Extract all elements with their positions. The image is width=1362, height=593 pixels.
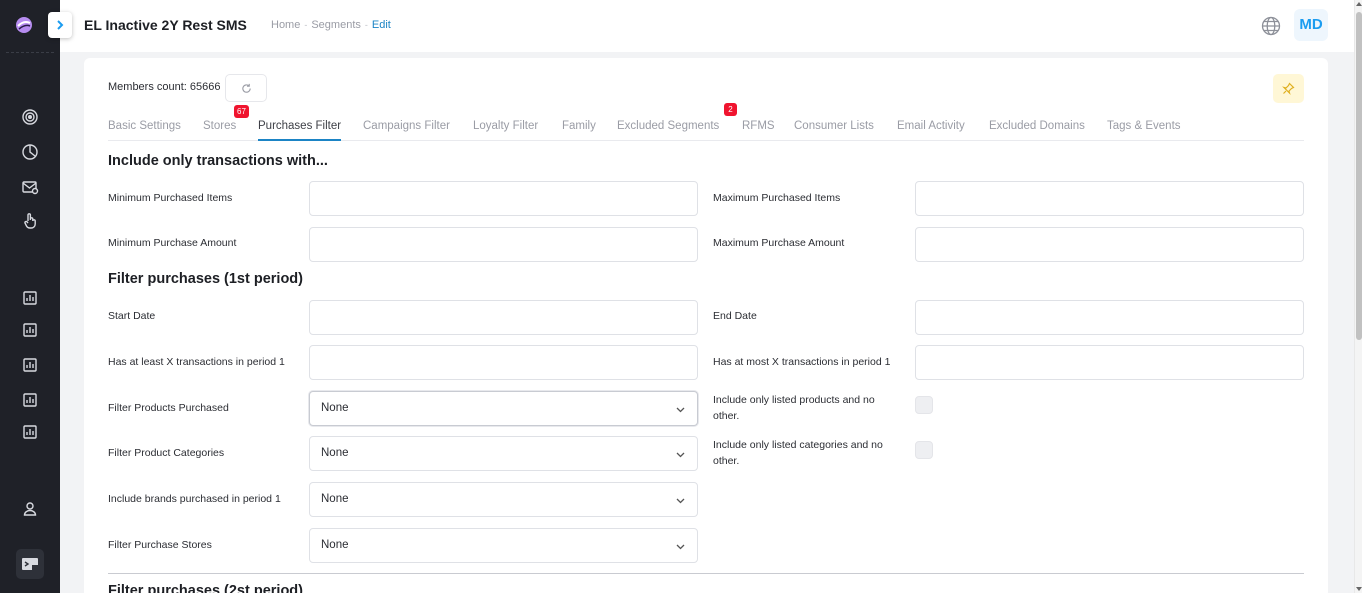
pin-icon [1282,82,1295,95]
globe-icon[interactable] [1261,16,1281,36]
scroll-up-arrow-icon[interactable] [1356,2,1362,6]
tab-campaigns-filter[interactable]: Campaigns Filter [363,120,450,141]
breadcrumb-home[interactable]: Home [271,19,300,31]
products-filter-label: Filter Products Purchased [108,402,229,414]
min-items-input[interactable] [309,181,698,216]
only-categories-label: Include only listed categories and no ot… [713,439,883,467]
sidebar-divider [6,52,54,53]
target-icon[interactable] [21,108,39,126]
min-items-label: Minimum Purchased Items [108,192,233,204]
stores-count-badge: 67 [234,105,249,118]
tab-family[interactable]: Family [562,120,596,141]
members-count: Members count: 65666 [108,81,221,93]
breadcrumb: Home - Segments - Edit [271,19,391,31]
chevron-down-icon [676,452,685,458]
max-amount-label: Maximum Purchase Amount [713,237,845,249]
mail-settings-icon[interactable] [21,178,39,196]
top-header: EL Inactive 2Y Rest SMS Home - Segments - Ed… [48,0,1354,52]
end-date-label: End Date [713,310,757,322]
only-categories-checkbox[interactable] [915,441,933,459]
segment-edit-card: Members count: 65666 Basic Settings Stor… [84,58,1328,593]
stores-filter-value: None [321,539,349,551]
max-items-label: Maximum Purchased Items [713,192,841,204]
only-products-checkbox[interactable] [915,396,933,414]
refresh-button[interactable] [225,74,267,102]
tab-excluded-domains[interactable]: Excluded Domains [989,120,1085,141]
tab-basic-settings[interactable]: Basic Settings [108,120,181,141]
tab-rfms[interactable]: RFMS [742,120,775,141]
section-title-transactions: Include only transactions with... [108,153,328,169]
at-least-transactions-label: Has at least X transactions in period 1 [108,356,285,368]
stores-filter-label: Filter Purchase Stores [108,539,212,551]
products-filter-select[interactable]: None [309,391,698,426]
breadcrumb-separator: - [364,20,368,30]
user-icon[interactable] [21,500,39,518]
section-divider [108,573,1304,574]
report-icon[interactable] [21,423,39,441]
tab-purchases-filter[interactable]: Purchases Filter [258,120,342,141]
only-products-label: Include only listed products and no othe… [713,394,875,422]
section-title-period-2: Filter purchases (2st period) [108,583,303,593]
categories-filter-label: Filter Product Categories [108,447,225,459]
start-date-input[interactable] [309,300,698,335]
max-items-input[interactable] [915,181,1304,216]
brands-filter-select[interactable]: None [309,482,698,517]
pie-chart-icon[interactable] [21,143,39,161]
breadcrumb-segments[interactable]: Segments [311,19,361,31]
terminal-icon [22,558,38,570]
chevron-down-icon [676,544,685,550]
max-amount-input[interactable] [915,227,1304,262]
products-filter-value: None [321,402,349,414]
sidebar [0,0,60,593]
start-date-label: Start Date [108,310,156,322]
min-amount-input[interactable] [309,227,698,262]
pin-button[interactable] [1273,74,1304,103]
tab-email-activity[interactable]: Email Activity [897,120,965,141]
tab-consumer-lists[interactable]: Consumer Lists [794,120,874,141]
tab-excluded-segments[interactable]: Excluded Segments [617,120,719,141]
hand-pointer-icon[interactable] [21,212,39,230]
categories-filter-select[interactable]: None [309,436,698,471]
stores-filter-select[interactable]: None [309,528,698,563]
scrollbar[interactable] [1354,0,1362,593]
scroll-thumb[interactable] [1356,12,1362,340]
min-amount-label: Minimum Purchase Amount [108,237,237,249]
chevron-down-icon [676,498,685,504]
breadcrumb-edit: Edit [371,19,391,31]
categories-filter-value: None [321,447,349,459]
page-title: EL Inactive 2Y Rest SMS [84,17,247,33]
tab-stores[interactable]: Stores [203,120,236,141]
tab-loyalty-filter[interactable]: Loyalty Filter [473,120,538,141]
breadcrumb-separator: - [304,20,308,30]
section-title-period-1: Filter purchases (1st period) [108,271,303,287]
at-least-transactions-input[interactable] [309,345,698,380]
tab-bar: Basic Settings Stores 67 Purchases Filte… [108,103,1304,141]
report-icon[interactable] [21,289,39,307]
terminal-button[interactable] [16,549,44,579]
report-icon[interactable] [21,356,39,374]
report-icon[interactable] [21,391,39,409]
at-most-transactions-label: Has at most X transactions in period 1 [713,356,891,368]
chevron-down-icon [676,407,685,413]
app-logo-icon[interactable] [15,16,33,34]
excluded-segments-count-badge: 2 [724,103,737,116]
at-most-transactions-input[interactable] [915,345,1304,380]
tab-tags-events[interactable]: Tags & Events [1107,120,1181,141]
avatar[interactable]: MD [1294,9,1328,41]
report-icon[interactable] [21,321,39,339]
refresh-icon [242,83,251,93]
brands-filter-label: Include brands purchased in period 1 [108,493,281,505]
chevron-right-icon [57,20,64,30]
end-date-input[interactable] [915,300,1304,335]
sidebar-toggle-button[interactable] [48,12,72,38]
scroll-down-arrow-icon[interactable] [1356,587,1362,591]
brands-filter-value: None [321,493,349,505]
